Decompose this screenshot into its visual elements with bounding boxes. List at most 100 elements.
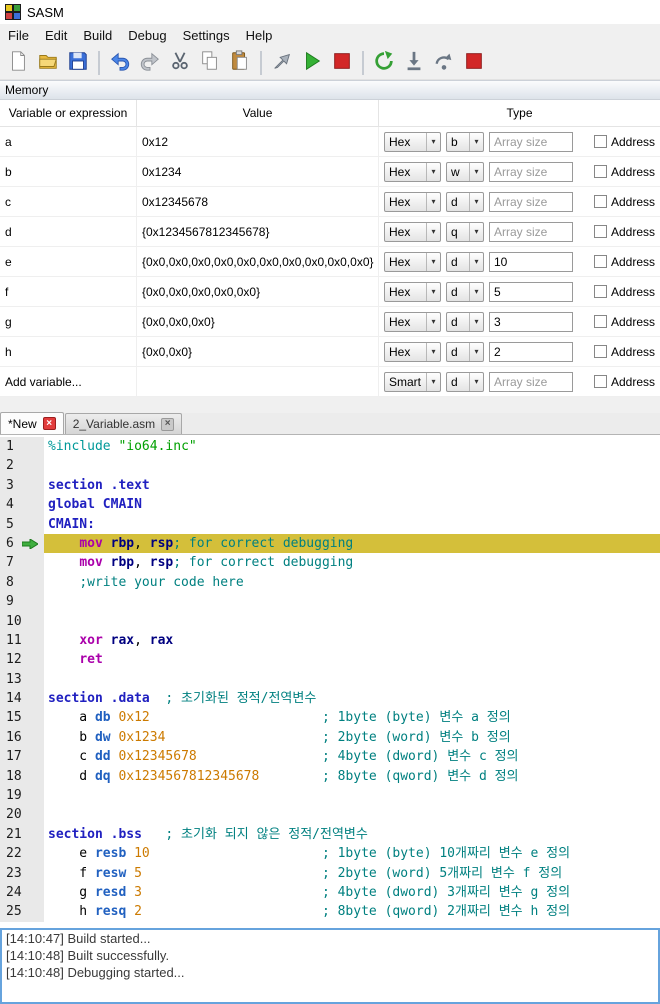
- code-text[interactable]: c dd 0x12345678 ; 4byte (dword) 변수 c 정의: [44, 747, 660, 766]
- editor-line[interactable]: 9: [0, 592, 660, 612]
- tab--new[interactable]: *New ×: [0, 412, 64, 434]
- line-number[interactable]: 11: [0, 631, 22, 650]
- format-select[interactable]: Hex ▾: [384, 131, 441, 152]
- variable-name-cell[interactable]: b: [0, 157, 137, 186]
- code-text[interactable]: e resb 10 ; 1byte (byte) 10개짜리 변수 e 정의: [44, 844, 660, 863]
- line-number[interactable]: 23: [0, 864, 22, 883]
- line-number[interactable]: 8: [0, 573, 22, 592]
- debug-button[interactable]: [370, 49, 398, 77]
- size-select[interactable]: d ▾: [446, 341, 484, 362]
- editor-line[interactable]: 7 mov rbp, rsp; for correct debugging: [0, 553, 660, 573]
- line-number[interactable]: 10: [0, 612, 22, 631]
- code-text[interactable]: b dw 0x1234 ; 2byte (word) 변수 b 정의: [44, 728, 660, 747]
- code-text[interactable]: f resw 5 ; 2byte (word) 5개짜리 변수 f 정의: [44, 864, 660, 883]
- format-select[interactable]: Hex ▾: [384, 221, 441, 242]
- array-size-input[interactable]: [489, 161, 573, 182]
- line-number[interactable]: 3: [0, 476, 22, 495]
- array-size-input[interactable]: [489, 221, 573, 242]
- save-button[interactable]: [64, 49, 92, 77]
- panel-splitter[interactable]: [0, 397, 660, 413]
- menu-edit[interactable]: Edit: [37, 24, 75, 46]
- address-checkbox[interactable]: [593, 135, 607, 148]
- code-text[interactable]: [44, 670, 660, 689]
- code-text[interactable]: g resd 3 ; 4byte (dword) 3개짜리 변수 g 정의: [44, 883, 660, 902]
- code-text[interactable]: [44, 592, 660, 611]
- run-button[interactable]: [298, 49, 326, 77]
- code-text[interactable]: [44, 786, 660, 805]
- undo-button[interactable]: [106, 49, 134, 77]
- editor-line[interactable]: 20: [0, 805, 660, 825]
- line-number[interactable]: 1: [0, 437, 22, 456]
- format-select[interactable]: Hex ▾: [384, 311, 441, 332]
- code-text[interactable]: section .bss ; 초기화 되지 않은 정적/전역변수: [44, 825, 660, 844]
- address-checkbox[interactable]: [593, 285, 607, 298]
- line-number[interactable]: 19: [0, 786, 22, 805]
- code-text[interactable]: mov rbp, rsp; for correct debugging: [44, 533, 660, 554]
- variable-name-cell[interactable]: f: [0, 277, 137, 306]
- line-number[interactable]: 7: [0, 553, 22, 572]
- address-checkbox[interactable]: [593, 315, 607, 328]
- variable-name-cell[interactable]: c: [0, 187, 137, 216]
- address-checkbox[interactable]: [593, 345, 607, 358]
- line-number[interactable]: 12: [0, 650, 22, 669]
- new-file-button[interactable]: [4, 49, 32, 77]
- code-text[interactable]: d dq 0x1234567812345678 ; 8byte (qword) …: [44, 767, 660, 786]
- editor-line[interactable]: 13: [0, 669, 660, 690]
- size-select[interactable]: w ▾: [446, 161, 484, 182]
- tab-close-icon[interactable]: ×: [161, 417, 175, 431]
- array-size-input[interactable]: [489, 281, 573, 302]
- address-toggle[interactable]: Address: [593, 345, 655, 359]
- editor-line[interactable]: 18 d dq 0x1234567812345678 ; 8byte (qwor…: [0, 766, 660, 787]
- format-select[interactable]: Hex ▾: [384, 341, 441, 362]
- editor-line[interactable]: 17 c dd 0x12345678 ; 4byte (dword) 변수 c …: [0, 747, 660, 767]
- line-number[interactable]: 2: [0, 456, 22, 475]
- line-number[interactable]: 13: [0, 670, 22, 689]
- address-toggle[interactable]: Address: [593, 195, 655, 209]
- line-number[interactable]: 5: [0, 515, 22, 534]
- editor-line[interactable]: 22 e resb 10 ; 1byte (byte) 10개짜리 변수 e 정…: [0, 844, 660, 864]
- line-number[interactable]: 6: [0, 534, 22, 553]
- line-number[interactable]: 25: [0, 902, 22, 921]
- editor-line[interactable]: 12 ret: [0, 650, 660, 670]
- size-select[interactable]: d ▾: [446, 251, 484, 272]
- editor-line[interactable]: 1 %include "io64.inc": [0, 437, 660, 457]
- copy-button[interactable]: [196, 49, 224, 77]
- format-select[interactable]: Smart ▾: [384, 371, 441, 392]
- line-number[interactable]: 20: [0, 805, 22, 824]
- address-checkbox[interactable]: [593, 225, 607, 238]
- menu-help[interactable]: Help: [238, 24, 281, 46]
- editor-line[interactable]: 24 g resd 3 ; 4byte (dword) 3개짜리 변수 g 정의: [0, 882, 660, 903]
- size-select[interactable]: b ▾: [446, 131, 484, 152]
- address-toggle[interactable]: Address: [593, 255, 655, 269]
- variable-name-cell[interactable]: d: [0, 217, 137, 246]
- address-toggle[interactable]: Address: [593, 375, 655, 389]
- variable-name-cell[interactable]: a: [0, 127, 137, 156]
- variable-name-cell[interactable]: g: [0, 307, 137, 336]
- address-toggle[interactable]: Address: [593, 225, 655, 239]
- line-number[interactable]: 16: [0, 728, 22, 747]
- address-toggle[interactable]: Address: [593, 165, 655, 179]
- redo-button[interactable]: [136, 49, 164, 77]
- editor-line[interactable]: 14 section .data ; 초기화된 정적/전역변수: [0, 689, 660, 709]
- cut-button[interactable]: [166, 49, 194, 77]
- format-select[interactable]: Hex ▾: [384, 281, 441, 302]
- line-number[interactable]: 14: [0, 689, 22, 708]
- array-size-input[interactable]: [489, 311, 573, 332]
- format-select[interactable]: Hex ▾: [384, 251, 441, 272]
- editor-line[interactable]: 8 ;write your code here: [0, 572, 660, 593]
- line-number[interactable]: 17: [0, 747, 22, 766]
- code-text[interactable]: a db 0x12 ; 1byte (byte) 변수 a 정의: [44, 708, 660, 727]
- code-text[interactable]: mov rbp, rsp; for correct debugging: [44, 553, 660, 572]
- menu-file[interactable]: File: [0, 24, 37, 46]
- code-text[interactable]: section .text: [44, 476, 660, 495]
- code-text[interactable]: section .data ; 초기화된 정적/전역변수: [44, 689, 660, 708]
- size-select[interactable]: d ▾: [446, 191, 484, 212]
- code-text[interactable]: xor rax, rax: [44, 631, 660, 650]
- editor-line[interactable]: 3 section .text: [0, 475, 660, 496]
- array-size-input[interactable]: [489, 131, 573, 152]
- code-text[interactable]: [44, 805, 660, 824]
- editor-line[interactable]: 16 b dw 0x1234 ; 2byte (word) 변수 b 정의: [0, 727, 660, 748]
- tab-2-variable-asm[interactable]: 2_Variable.asm ×: [64, 413, 183, 434]
- array-size-input[interactable]: [489, 341, 573, 362]
- code-text[interactable]: ;write your code here: [44, 573, 660, 592]
